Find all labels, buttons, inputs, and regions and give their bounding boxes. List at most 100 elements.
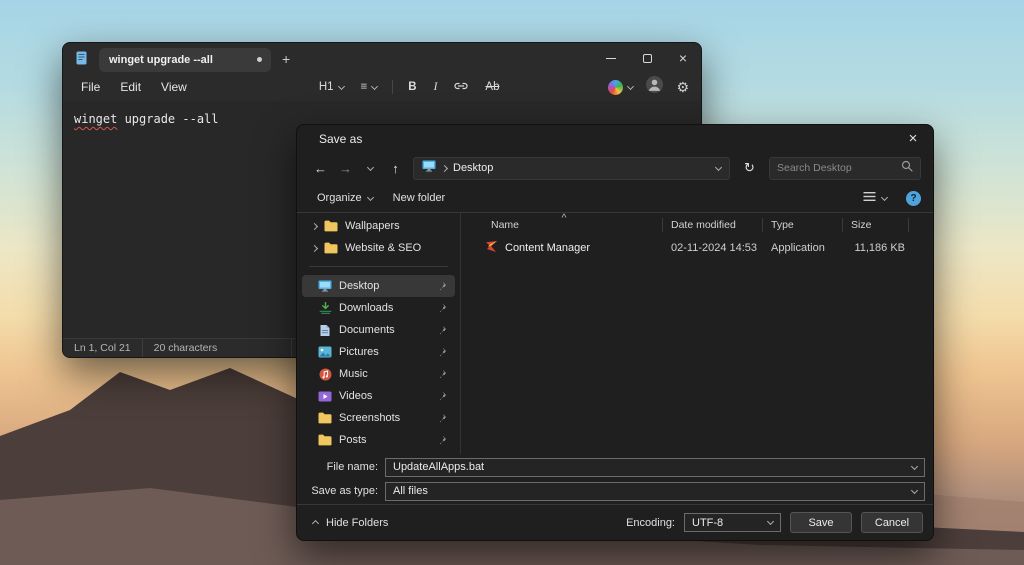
content-manager-app-icon	[485, 240, 498, 256]
notepad-actions: ⚙	[608, 76, 689, 98]
file-name-label: File name:	[297, 461, 385, 473]
dialog-body: Wallpapers Website & SEO Desktop Downloa…	[297, 213, 933, 454]
chevron-down-icon	[371, 82, 378, 89]
back-button[interactable]: ←	[309, 157, 332, 180]
menu-file[interactable]: File	[71, 77, 110, 97]
column-label: Name	[491, 219, 519, 231]
chevron-down-icon	[911, 462, 918, 469]
forward-button[interactable]: →	[334, 157, 357, 180]
save-type-combobox[interactable]: All files	[385, 482, 925, 501]
chevron-up-icon	[312, 520, 319, 527]
save-type-value: All files	[393, 485, 906, 497]
menu-view[interactable]: View	[151, 77, 197, 97]
format-toolbar: H1 ≡ B I Ab	[312, 78, 507, 97]
link-button[interactable]	[447, 78, 475, 97]
clear-format-button[interactable]: Ab	[478, 78, 506, 96]
list-dropdown[interactable]: ≡	[354, 78, 385, 96]
sidebar-item-label: Documents	[339, 324, 395, 336]
file-row[interactable]: Content Manager 02-11-2024 14:53 Applica…	[461, 237, 933, 259]
chevron-down-icon	[881, 193, 888, 200]
sidebar-item-label: Website & SEO	[345, 242, 421, 254]
sidebar-item-posts[interactable]: Posts	[302, 429, 455, 451]
toolbar-divider	[392, 80, 393, 94]
window-controls: ×	[593, 43, 701, 73]
sidebar-item-music[interactable]: Music	[302, 363, 455, 385]
view-options-button[interactable]	[855, 187, 895, 209]
search-icon	[901, 159, 913, 177]
sidebar-item-pictures[interactable]: Pictures	[302, 341, 455, 363]
column-header-name[interactable]: ^ Name	[461, 218, 663, 232]
list-header: ^ Name Date modified Type Size	[461, 215, 933, 235]
cancel-button[interactable]: Cancel	[861, 512, 923, 533]
new-folder-button[interactable]: New folder	[385, 188, 454, 208]
sidebar-item-label: Music	[339, 368, 368, 380]
copilot-button[interactable]	[608, 80, 633, 95]
dialog-toolbar: Organize New folder ?	[297, 184, 933, 213]
bold-button[interactable]: B	[401, 78, 423, 96]
breadcrumb-chevron-icon	[441, 164, 448, 171]
recent-locations-button[interactable]	[359, 157, 382, 180]
sidebar-item-wallpapers[interactable]: Wallpapers	[302, 215, 455, 237]
file-list: ^ Name Date modified Type Size Content M…	[461, 213, 933, 454]
help-icon[interactable]: ?	[906, 191, 921, 206]
notepad-app-icon	[75, 51, 89, 65]
breadcrumb-location[interactable]: Desktop	[453, 162, 493, 174]
sidebar-item-label: Screenshots	[339, 412, 400, 424]
encoding-combobox[interactable]: UTF-8	[684, 513, 781, 532]
refresh-button[interactable]: ↻	[738, 157, 761, 180]
sidebar-item-label: Pictures	[339, 346, 379, 358]
folder-icon	[324, 242, 338, 254]
address-bar[interactable]: Desktop	[413, 157, 730, 180]
save-button[interactable]: Save	[790, 512, 852, 533]
chevron-down-icon	[367, 193, 374, 200]
column-header-date-modified[interactable]: Date modified	[663, 218, 763, 232]
sidebar-item-label: Videos	[339, 390, 372, 402]
download-icon	[318, 302, 332, 314]
sidebar-item-website-seo[interactable]: Website & SEO	[302, 237, 455, 259]
up-button[interactable]: ↑	[384, 157, 407, 180]
file-name: Content Manager	[505, 242, 590, 254]
pin-icon	[437, 303, 447, 313]
column-label: Type	[771, 219, 794, 231]
notepad-tab[interactable]: winget upgrade --all	[99, 48, 271, 72]
sidebar-item-label: Wallpapers	[345, 220, 400, 232]
address-dropdown-icon[interactable]	[715, 163, 722, 170]
details-view-icon	[863, 191, 876, 205]
search-box[interactable]	[769, 157, 921, 180]
desktop-location-icon	[422, 159, 436, 177]
file-type: Application	[763, 242, 843, 254]
sidebar-item-videos[interactable]: Videos	[302, 385, 455, 407]
sidebar-item-desktop[interactable]: Desktop	[302, 275, 455, 297]
column-label: Date modified	[671, 219, 736, 231]
organize-button[interactable]: Organize	[309, 188, 381, 208]
close-button[interactable]: ×	[665, 43, 701, 73]
list-icon: ≡	[361, 81, 368, 93]
search-input[interactable]	[777, 162, 901, 174]
folder-icon	[318, 434, 332, 446]
maximize-button[interactable]	[629, 43, 665, 73]
sidebar-item-downloads[interactable]: Downloads	[302, 297, 455, 319]
new-tab-button[interactable]: +	[271, 51, 301, 67]
sidebar-item-documents[interactable]: Documents	[302, 319, 455, 341]
minimize-button[interactable]	[593, 43, 629, 73]
sidebar-item-label: Posts	[339, 434, 367, 446]
settings-gear-icon[interactable]: ⚙	[676, 80, 689, 94]
tab-title: winget upgrade --all	[109, 54, 251, 66]
hide-folders-button[interactable]: Hide Folders	[307, 513, 394, 533]
italic-button[interactable]: I	[427, 78, 445, 96]
menu-edit[interactable]: Edit	[110, 77, 151, 97]
pin-icon	[437, 369, 447, 379]
heading-dropdown[interactable]: H1	[312, 78, 351, 96]
editor-text-misspelled: winget	[74, 112, 117, 126]
column-header-size[interactable]: Size	[843, 218, 909, 232]
save-as-dialog: Save as × ← → ↑ Desktop ↻ Organize New	[296, 124, 934, 541]
cursor-position: Ln 1, Col 21	[63, 339, 143, 357]
sidebar-item-screenshots[interactable]: Screenshots	[302, 407, 455, 429]
dialog-close-button[interactable]: ×	[893, 125, 933, 152]
file-name-combobox[interactable]: UpdateAllApps.bat	[385, 458, 925, 477]
account-avatar[interactable]	[646, 76, 663, 98]
expand-chevron-icon	[311, 244, 318, 251]
footer-actions: Encoding: UTF-8 Save Cancel	[626, 512, 923, 533]
editor-text: upgrade --all	[117, 112, 218, 126]
column-header-type[interactable]: Type	[763, 218, 843, 232]
